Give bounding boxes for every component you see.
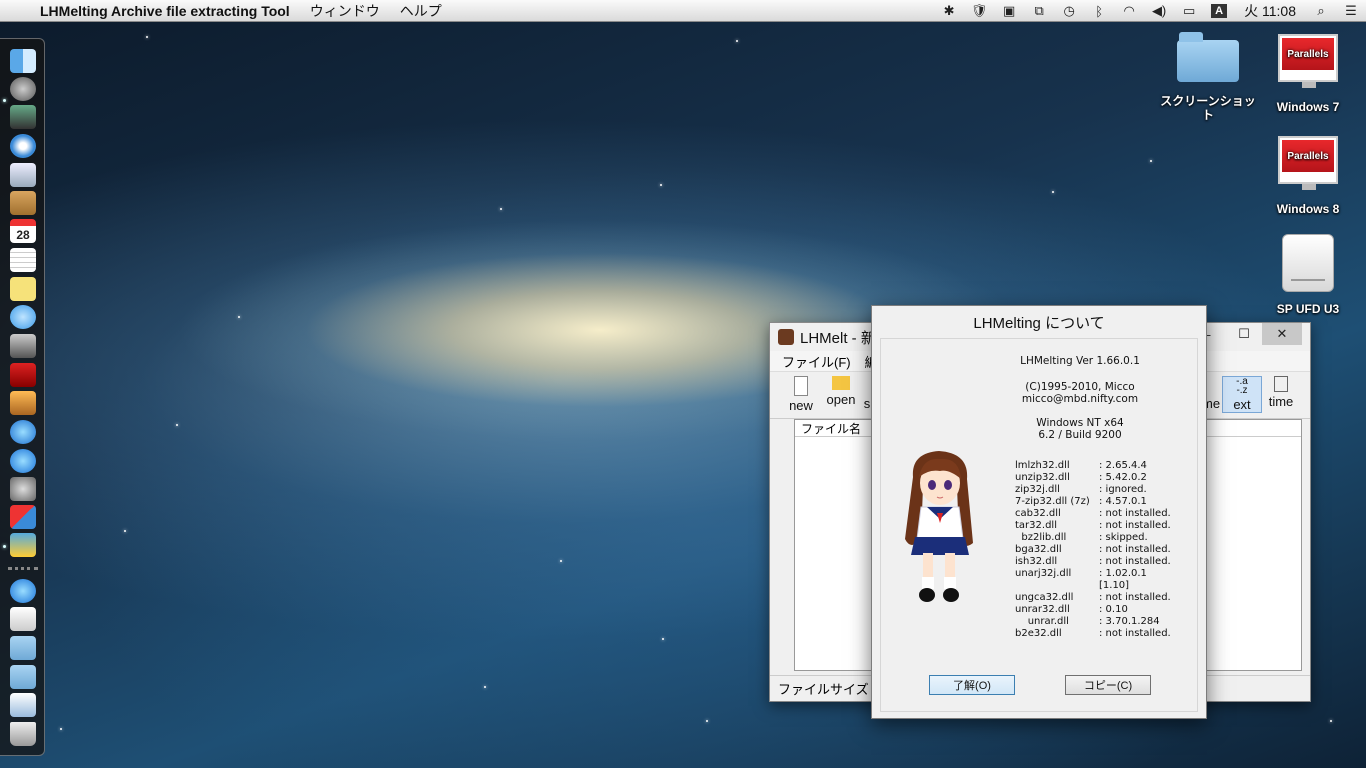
parallels-desktop-icon[interactable]: [10, 505, 36, 529]
app-menu[interactable]: LHMelting Archive file extracting Tool: [40, 3, 290, 19]
copyright-text: (C)1995-2010, Micco: [1025, 381, 1135, 393]
itunes-icon[interactable]: [10, 420, 36, 444]
dll-row: unarj32j.dll: 1.02.0.1 [1.10]: [1015, 568, 1147, 591]
os-text: Windows NT x64: [1036, 417, 1124, 429]
parallels-icon[interactable]: ⧉: [1031, 3, 1047, 18]
preview-icon[interactable]: [10, 693, 36, 717]
email-text: micco@mbd.nifty.com: [1021, 393, 1139, 405]
dll-row: cab32.dll: not installed.: [1015, 508, 1171, 519]
contacts-icon[interactable]: [10, 191, 36, 215]
system-preferences-icon[interactable]: [10, 477, 36, 501]
sort-ext-icon: -.a -.z: [1236, 376, 1248, 396]
menu-file[interactable]: ファイル(F): [782, 352, 851, 371]
desktop-folder-screenshots[interactable]: スクリーンショット: [1160, 32, 1256, 122]
reminders-icon[interactable]: [10, 248, 36, 272]
dll-row: zip32j.dll: ignored.: [1015, 484, 1147, 495]
battery-icon[interactable]: ▭: [1181, 3, 1197, 18]
time-button[interactable]: time: [1262, 376, 1300, 409]
folder-icon: [1177, 32, 1239, 82]
desktop-icon-label: Windows 8: [1276, 202, 1340, 216]
spotlight-search-icon[interactable]: ⌕: [1313, 3, 1329, 18]
iphoto-icon[interactable]: [10, 391, 36, 415]
menu-bar: LHMelting Archive file extracting Tool ウ…: [0, 0, 1366, 22]
wifi-icon[interactable]: ◠: [1121, 3, 1137, 18]
dll-version-table: lmlzh32.dll: 2.65.4.4 unzip32.dll: 5.42.…: [1015, 460, 1179, 640]
new-button[interactable]: new: [782, 376, 820, 413]
build-text: 6.2 / Build 9200: [1038, 429, 1122, 441]
notes-icon[interactable]: [10, 277, 36, 301]
mission-control-icon[interactable]: [10, 105, 36, 129]
ok-button[interactable]: 了解(O): [929, 675, 1015, 695]
desktop-icon-usb-drive[interactable]: SP UFD U3: [1266, 234, 1350, 316]
folder-icon[interactable]: [10, 665, 36, 689]
photo-booth-icon[interactable]: [10, 363, 36, 387]
window-title: LHMelt - 新: [800, 329, 876, 347]
parallels-vm-icon: Parallels: [1278, 34, 1338, 88]
input-method-icon[interactable]: A: [1211, 4, 1228, 18]
bluetooth-status-icon[interactable]: ᛒ: [1091, 4, 1107, 19]
dll-row: bga32.dll: not installed.: [1015, 544, 1171, 555]
copy-button[interactable]: コピー(C): [1065, 675, 1151, 695]
new-file-icon: [794, 376, 808, 396]
close-icon[interactable]: ✕: [1262, 323, 1302, 345]
evernote-icon[interactable]: ▣: [1001, 3, 1017, 18]
ext-button[interactable]: -.a -.z ext: [1222, 376, 1262, 413]
dll-row: tar32.dll: not installed.: [1015, 520, 1171, 531]
bluetooth-icon[interactable]: ✱: [941, 3, 957, 18]
parallels-vm-icon: Parallels: [1278, 136, 1338, 190]
dialog-title[interactable]: LHMelting について: [872, 306, 1206, 338]
dll-row: unzip32.dll: 5.42.0.2: [1015, 472, 1147, 483]
messages-icon[interactable]: [10, 305, 36, 329]
dll-row: lmlzh32.dll: 2.65.4.4: [1015, 460, 1147, 471]
desktop-icon-windows7[interactable]: Parallels Windows 7: [1266, 34, 1350, 114]
desktop-icon-label: Windows 7: [1276, 100, 1340, 114]
usb-drive-icon: [1282, 234, 1334, 292]
about-dialog: LHMelting について LHMelting Ver 1.66.0.1 (C…: [871, 305, 1207, 719]
app-icon: [778, 329, 794, 345]
dll-row: bz2lib.dll: skipped.: [1015, 532, 1148, 543]
notification-center-icon[interactable]: ☰: [1343, 3, 1359, 18]
dll-row: 7-zip32.dll (7z): 4.57.0.1: [1015, 496, 1147, 507]
dll-row: b2e32.dll: not installed.: [1015, 628, 1171, 639]
open-button[interactable]: open: [822, 376, 860, 407]
mascot-character-image: [905, 451, 973, 602]
menu-window[interactable]: ウィンドウ: [310, 1, 380, 21]
applications-folder-icon[interactable]: [10, 579, 36, 603]
security-icon[interactable]: 🛡: [971, 3, 988, 18]
launchpad-icon[interactable]: [10, 77, 36, 101]
clock[interactable]: 火 11:08: [1244, 1, 1296, 21]
maximize-icon[interactable]: ☐: [1228, 323, 1260, 345]
downloads-folder-icon[interactable]: [10, 636, 36, 660]
finder-icon[interactable]: [10, 49, 36, 73]
version-text: LHMelting Ver 1.66.0.1: [1020, 355, 1140, 367]
about-content: LHMelting Ver 1.66.0.1 (C)1995-2010, Mic…: [880, 338, 1198, 712]
open-folder-icon: [832, 376, 850, 390]
documents-icon[interactable]: [10, 607, 36, 631]
volume-icon[interactable]: ◀): [1151, 3, 1167, 18]
dll-row: unrar32.dll: 0.10: [1015, 604, 1128, 615]
menu-help[interactable]: ヘルプ: [400, 1, 442, 21]
dll-row: unrar.dll: 3.70.1.284: [1015, 616, 1160, 627]
calendar-icon[interactable]: 28: [10, 219, 36, 243]
time-machine-icon[interactable]: ◷: [1061, 3, 1077, 18]
desktop-icon-label: スクリーンショット: [1160, 94, 1256, 122]
dll-row: ish32.dll: not installed.: [1015, 556, 1171, 567]
dll-row: ungca32.dll: not installed.: [1015, 592, 1171, 603]
facetime-icon[interactable]: [10, 334, 36, 358]
dock: 28: [0, 38, 45, 756]
sort-time-icon: [1274, 376, 1288, 392]
trash-icon[interactable]: [10, 722, 36, 746]
lhmelting-icon[interactable]: [10, 533, 36, 557]
app-store-icon[interactable]: [10, 449, 36, 473]
mail-icon[interactable]: [10, 163, 36, 187]
desktop-icon-label: SP UFD U3: [1276, 302, 1340, 316]
safari-icon[interactable]: [10, 134, 36, 158]
desktop-icon-windows8[interactable]: Parallels Windows 8: [1266, 136, 1350, 216]
